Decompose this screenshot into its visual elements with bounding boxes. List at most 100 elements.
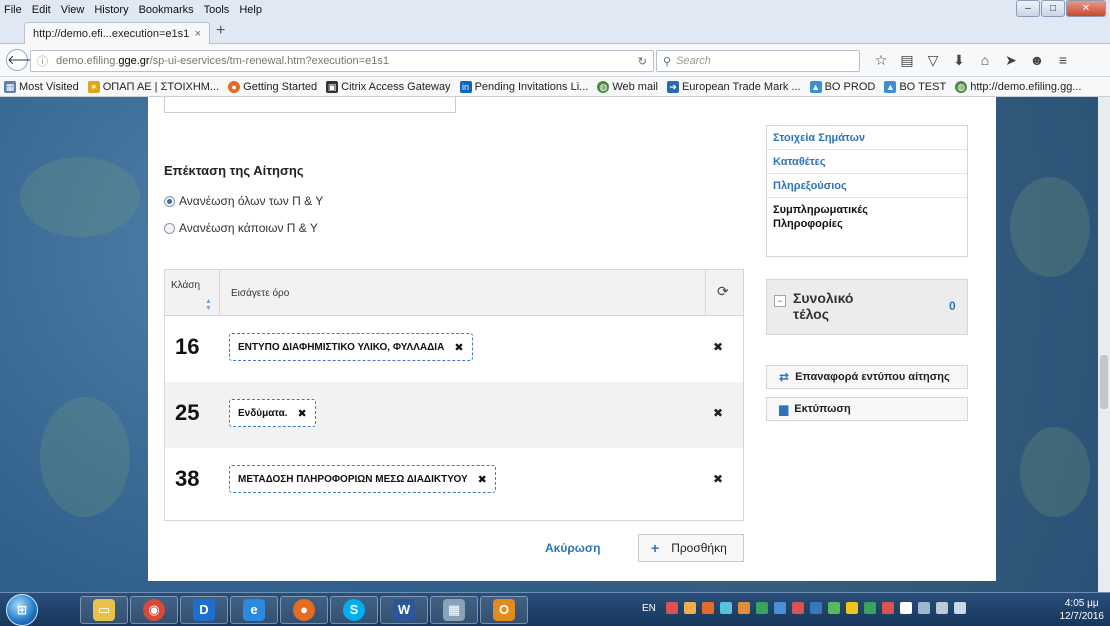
pocket-icon[interactable]: ▽ [920,52,946,69]
sidebar-item-supplementary[interactable]: Συμπληρωματικές Πληροφορίες [767,198,967,230]
taskbar-ie[interactable]: e [230,596,278,624]
reload-icon[interactable]: ↻ [638,55,647,68]
tray-icon[interactable] [809,602,822,614]
bookmark-citrix[interactable]: ▣ Citrix Access Gateway [326,80,451,93]
taskbar-chrome[interactable]: ◉ [130,596,178,624]
volume-icon[interactable] [935,602,948,614]
bookmark-opap[interactable]: ✶ ΟΠΑΠ ΑΕ | ΣΤΟΙΧΗΜ... [87,80,219,93]
cancel-link[interactable]: Ακύρωση [545,541,600,555]
plus-icon: + [651,540,660,556]
bookmark-getting-started[interactable]: ● Getting Started [228,80,317,93]
radio-selected-icon[interactable] [164,195,175,207]
tray-icon[interactable] [737,602,750,614]
network-icon[interactable] [917,602,930,614]
smiley-icon[interactable]: ☻ [1024,52,1050,69]
radio-renew-some[interactable]: Ανανέωση κάποιων Π & Υ [164,221,318,235]
tray-icon[interactable] [701,602,714,614]
sidebar-item-applicants[interactable]: Καταθέτες [767,150,967,174]
remove-row-icon[interactable]: ✖ [713,406,723,420]
taskbar-firefox[interactable]: ● [280,596,328,624]
tray-icon[interactable] [665,602,678,614]
print-button[interactable]: ▆ Εκτύπωση [766,397,968,421]
start-button[interactable]: ⊞ [6,594,38,626]
bookmark-bo-test[interactable]: ▲ BO TEST [884,80,946,93]
tray-icon[interactable] [899,602,912,614]
sidebar-item-marks[interactable]: Στοιχεία Σημάτων [767,126,967,150]
close-window-icon[interactable]: ✕ [1066,0,1106,17]
background-texture [1010,177,1090,277]
table-row: 38 ΜΕΤΑΔΟΣΗ ΠΛΗΡΟΦΟΡΙΩΝ ΜΕΣΩ ΔΙΑΔΙΚΤΥΟΥ … [165,448,743,514]
url-bar[interactable]: ⓘ demo.efiling. gge.gr/sp-ui-eservices/tm… [30,50,654,72]
url-path: /sp-ui-eservices/tm-renewal.htm?executio… [149,55,389,67]
expand-icon[interactable]: − [774,295,786,307]
bookmark-most-visited[interactable]: ▦ Most Visited [4,80,79,93]
column-class[interactable]: Κλάση [171,280,200,291]
taskbar-explorer[interactable]: ▭ [80,596,128,624]
menu-bookmarks[interactable]: Bookmarks [139,4,194,16]
star-icon[interactable]: ☆ [868,52,894,69]
menu-edit[interactable]: Edit [32,4,51,16]
menu-tools[interactable]: Tools [204,4,230,16]
sidebar-item-representative[interactable]: Πληρεξούσιος [767,174,967,198]
language-indicator[interactable]: EN [642,603,656,614]
menu-file[interactable]: File [4,4,22,16]
menu-help[interactable]: Help [239,4,262,16]
reset-form-button[interactable]: ⇄ Επαναφορά εντύπου αίτησης [766,365,968,389]
bookmark-demo-efiling[interactable]: ◍ http://demo.efiling.gg... [955,80,1082,93]
maximize-icon[interactable]: □ [1041,0,1065,17]
table-header: Κλάση ▲ ▼ Εισάγετε όρο ⟳ [165,270,743,316]
word-icon: W [393,599,415,621]
menu-history[interactable]: History [94,4,128,16]
page-scrollbar[interactable] [1098,97,1110,592]
bookmark-bo-prod[interactable]: ▲ BO PROD [809,80,875,93]
send-icon[interactable]: ➤ [998,52,1024,69]
minimize-icon[interactable]: – [1016,0,1040,17]
bookmark-linkedin[interactable]: in Pending Invitations Li... [459,80,588,93]
download-icon[interactable]: ⬇ [946,52,972,69]
taskbar-app[interactable]: D [180,596,228,624]
remove-term-icon[interactable]: ✖ [454,341,463,354]
search-input[interactable]: ⚲ Search [656,50,860,72]
bookmark-webmail[interactable]: ◍ Web mail [597,80,658,93]
bookmark-eutm[interactable]: ➜ European Trade Mark ... [666,80,801,93]
tab-close-icon[interactable]: × [195,28,201,40]
refresh-icon[interactable]: ⟳ [717,283,729,300]
radio-unselected-icon[interactable] [164,222,175,234]
tray-icon[interactable] [827,602,840,614]
new-tab-icon[interactable]: + [216,22,225,40]
reading-list-icon[interactable]: ▤ [894,52,920,69]
info-icon[interactable]: ⓘ [37,53,48,69]
flag-icon[interactable] [953,602,966,614]
add-button[interactable]: + Προσθήκη [638,534,744,562]
tray-icon[interactable] [845,602,858,614]
remove-term-icon[interactable]: ✖ [298,407,307,420]
taskbar-outlook[interactable]: O [480,596,528,624]
browser-tab[interactable]: http://demo.efi...execution=e1s1 × [24,22,210,44]
system-clock[interactable]: 4:05 μμ 12/7/2016 [1060,597,1105,623]
taskbar-word[interactable]: W [380,596,428,624]
tray-icon[interactable] [719,602,732,614]
tray-icon[interactable] [791,602,804,614]
firefox-icon: ● [228,80,241,93]
taskbar-calculator[interactable]: ▦ [430,596,478,624]
page-viewport: Επέκταση της Αίτησης Ανανέωση όλων των Π… [0,97,1110,592]
sidebar-nav: Στοιχεία Σημάτων Καταθέτες Πληρεξούσιος … [766,125,968,257]
remove-row-icon[interactable]: ✖ [713,340,723,354]
folder-icon: ▭ [93,599,115,621]
scrollbar-thumb[interactable] [1100,355,1108,409]
term-chip-label: ΜΕΤΑΔΟΣΗ ΠΛΗΡΟΦΟΡΙΩΝ ΜΕΣΩ ΔΙΑΔΙΚΤΥΟΥ [238,473,468,485]
tray-icon[interactable] [773,602,786,614]
sort-icon[interactable]: ▲ ▼ [205,298,212,312]
remove-term-icon[interactable]: ✖ [478,473,487,486]
home-icon[interactable]: ⌂ [972,52,998,69]
back-arrow-icon[interactable]: 🡐 [6,49,42,71]
tray-icon[interactable] [755,602,768,614]
radio-renew-all[interactable]: Ανανέωση όλων των Π & Υ [164,194,323,208]
tray-icon[interactable] [881,602,894,614]
tray-icon[interactable] [683,602,696,614]
remove-row-icon[interactable]: ✖ [713,472,723,486]
taskbar-skype[interactable]: S [330,596,378,624]
tray-icon[interactable] [863,602,876,614]
menu-view[interactable]: View [61,4,85,16]
hamburger-menu-icon[interactable]: ≡ [1050,52,1076,69]
